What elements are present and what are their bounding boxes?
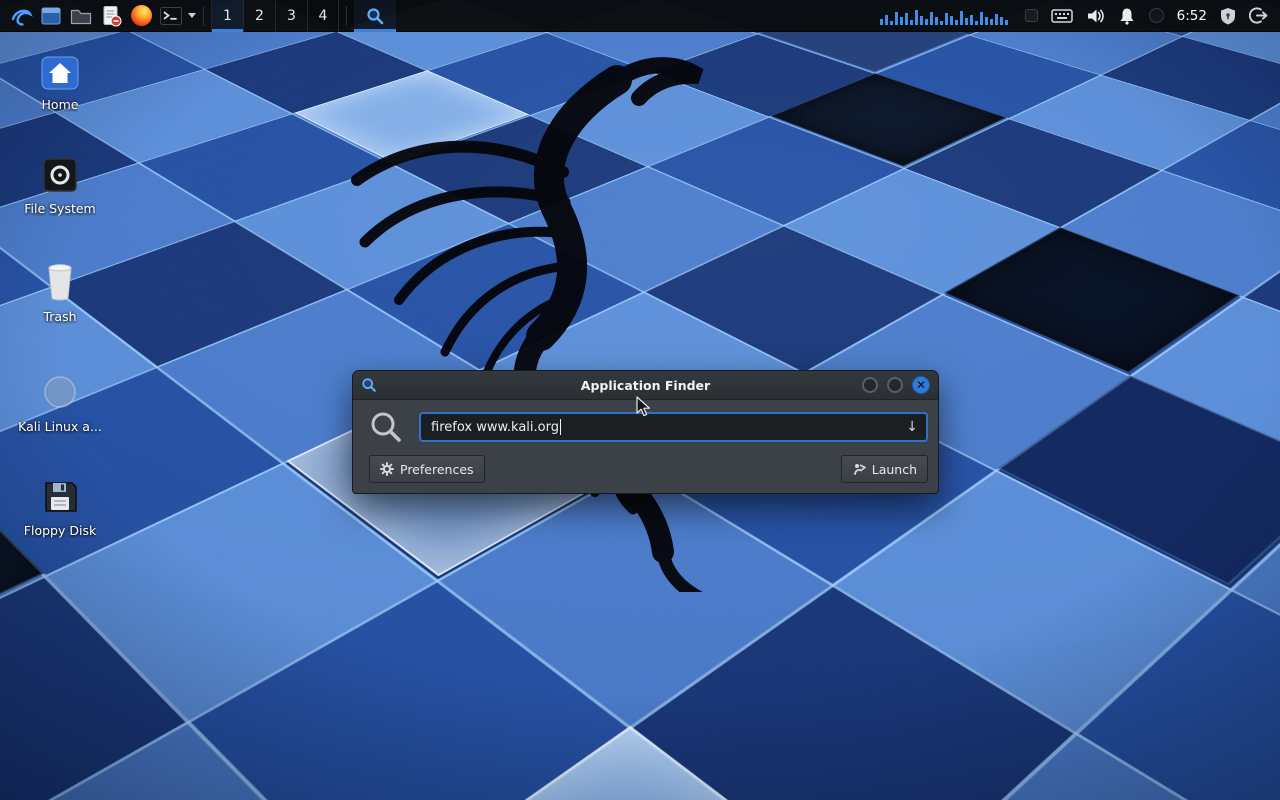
workspace-switcher: 1 2 3 4 bbox=[211, 0, 339, 32]
workspace-1[interactable]: 1 bbox=[211, 0, 243, 32]
firefox-launcher[interactable] bbox=[126, 1, 156, 31]
clock[interactable]: 6:52 bbox=[1177, 8, 1207, 24]
taskbar-application-finder-button[interactable] bbox=[354, 0, 396, 32]
gear-icon bbox=[380, 462, 394, 476]
logout-icon[interactable] bbox=[1249, 6, 1268, 25]
file-manager-icon bbox=[40, 5, 62, 27]
search-icon bbox=[369, 410, 403, 444]
file-manager-launcher[interactable] bbox=[36, 1, 66, 31]
kali-ghost-icon bbox=[40, 372, 80, 412]
kali-menu-button[interactable] bbox=[6, 1, 36, 31]
desktop-icon-floppy[interactable]: Floppy Disk bbox=[12, 478, 108, 538]
close-icon: ✕ bbox=[916, 379, 926, 391]
trash-icon bbox=[42, 262, 78, 302]
system-tray: 6:52 bbox=[880, 6, 1274, 25]
launch-icon bbox=[852, 462, 866, 476]
desktop-icon-label: Kali Linux a... bbox=[18, 419, 102, 434]
terminal-launcher[interactable] bbox=[156, 1, 186, 31]
keyboard-indicator-icon[interactable] bbox=[1051, 9, 1073, 23]
desktop-icon-kali-docs[interactable]: Kali Linux a... bbox=[12, 372, 108, 434]
desktop-icon-label: Floppy Disk bbox=[24, 523, 96, 538]
workspace-3[interactable]: 3 bbox=[275, 0, 307, 32]
window-icon bbox=[361, 377, 377, 393]
kali-dragon-logo bbox=[265, 52, 905, 592]
application-finder-window: Application Finder ✕ firefox www.kali.or… bbox=[352, 370, 939, 494]
text-editor-launcher[interactable] bbox=[96, 1, 126, 31]
minimize-button[interactable] bbox=[862, 377, 878, 393]
text-caret bbox=[560, 419, 562, 435]
dialog-body: firefox www.kali.org ↓ bbox=[353, 400, 938, 493]
folder-icon bbox=[70, 6, 92, 26]
workspace-2[interactable]: 2 bbox=[243, 0, 275, 32]
terminal-dropdown-chevron-icon[interactable] bbox=[188, 13, 196, 18]
text-editor-icon bbox=[100, 5, 122, 27]
floppy-disk-icon bbox=[41, 478, 79, 516]
panel-separator bbox=[346, 6, 347, 26]
command-input-value: firefox www.kali.org bbox=[431, 420, 559, 435]
home-icon bbox=[41, 56, 79, 90]
dropdown-arrow-icon[interactable]: ↓ bbox=[906, 419, 918, 435]
launch-button[interactable]: Launch bbox=[841, 455, 928, 483]
terminal-icon bbox=[159, 5, 183, 27]
window-title: Application Finder bbox=[353, 378, 938, 393]
panel-separator bbox=[203, 6, 204, 26]
screen-lock-shield-icon[interactable] bbox=[1220, 7, 1236, 25]
command-input[interactable]: firefox www.kali.org ↓ bbox=[419, 412, 928, 442]
audio-visualizer-graph bbox=[880, 7, 1012, 25]
preferences-button-label: Preferences bbox=[400, 462, 474, 477]
desktop-icon-trash[interactable]: Trash bbox=[12, 262, 108, 324]
launch-button-label: Launch bbox=[872, 462, 917, 477]
desktop-icon-filesystem[interactable]: File System bbox=[12, 156, 108, 216]
file-system-icon bbox=[41, 156, 79, 194]
top-panel: 1 2 3 4 bbox=[0, 0, 1280, 32]
desktop-root: 1 2 3 4 bbox=[0, 0, 1280, 800]
desktop-icon-label: Home bbox=[42, 97, 79, 112]
power-manager-icon[interactable] bbox=[1149, 8, 1164, 23]
monitor-applet-icon[interactable] bbox=[1025, 9, 1038, 22]
application-finder-icon bbox=[366, 7, 384, 25]
firefox-icon bbox=[131, 5, 152, 26]
kali-logo-icon bbox=[9, 4, 33, 28]
workspace-4[interactable]: 4 bbox=[307, 0, 339, 32]
maximize-button[interactable] bbox=[887, 377, 903, 393]
close-button[interactable]: ✕ bbox=[912, 376, 930, 394]
volume-icon[interactable] bbox=[1086, 7, 1105, 25]
desktop-icon-label: File System bbox=[24, 201, 96, 216]
desktop-icon-home[interactable]: Home bbox=[12, 56, 108, 112]
notifications-bell-icon[interactable] bbox=[1118, 7, 1136, 25]
folder-launcher[interactable] bbox=[66, 1, 96, 31]
titlebar[interactable]: Application Finder ✕ bbox=[353, 371, 938, 400]
desktop-icon-label: Trash bbox=[43, 309, 76, 324]
preferences-button[interactable]: Preferences bbox=[369, 455, 485, 483]
